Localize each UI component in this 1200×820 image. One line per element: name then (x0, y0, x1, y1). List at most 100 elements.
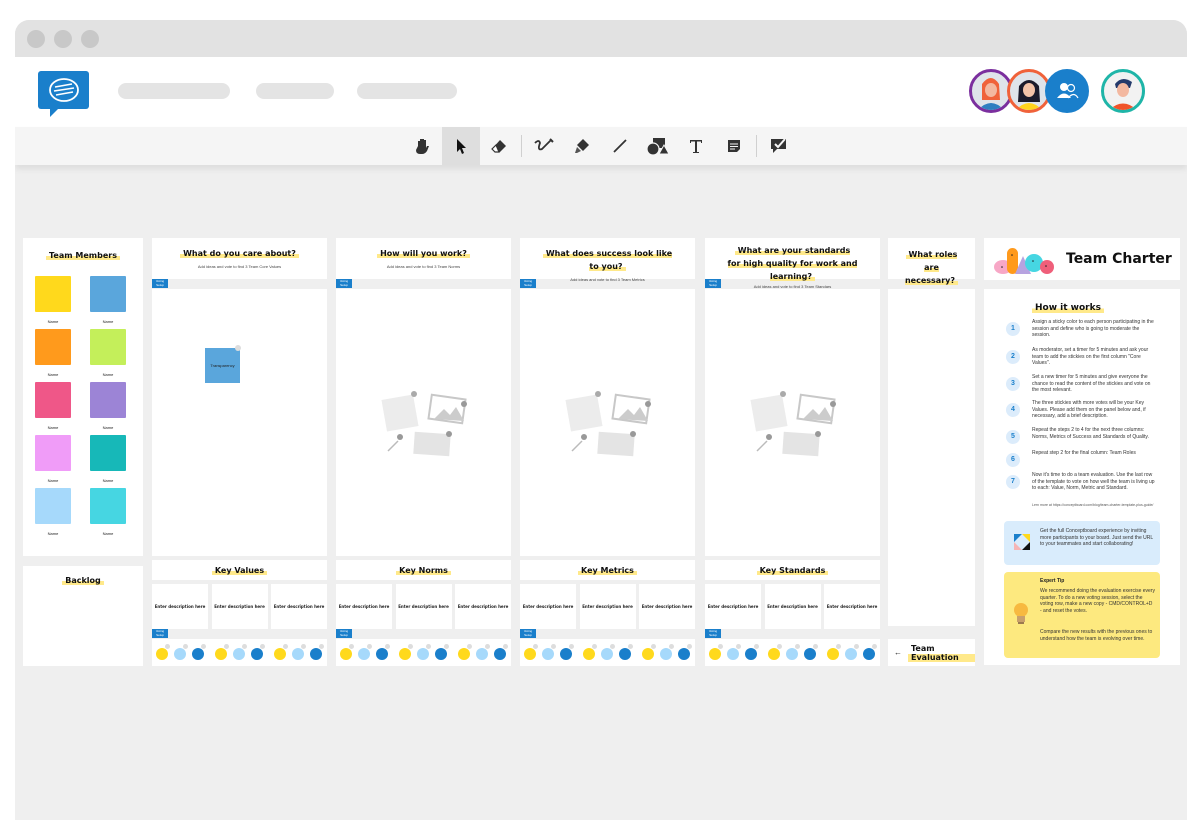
description-field[interactable]: Enter description here (520, 584, 576, 629)
happy-face-icon[interactable] (494, 648, 506, 660)
neutral-smile-icon[interactable] (476, 648, 488, 660)
description-field[interactable]: Enter description here (705, 584, 761, 629)
neutral-smile-icon[interactable] (417, 648, 429, 660)
ideas-drop-area[interactable] (520, 289, 695, 556)
sad-face-icon[interactable] (827, 648, 839, 660)
expert-tip-title: Expert Tip (1040, 578, 1065, 584)
sad-face-icon[interactable] (399, 648, 411, 660)
avatar-current-user[interactable] (1101, 69, 1145, 113)
description-field[interactable]: Enter description here (824, 584, 880, 629)
description-field[interactable]: Enter description here (211, 584, 268, 629)
voting-setup-tag[interactable]: Voting Setup (336, 279, 352, 288)
ideas-drop-area[interactable] (705, 289, 880, 556)
whiteboard-canvas[interactable]: Team Members Name Name Name Name Name Name Nam… (15, 165, 1187, 820)
sad-face-icon[interactable] (340, 648, 352, 660)
user-group-button[interactable] (1045, 69, 1089, 113)
team-member-sticky[interactable] (90, 488, 126, 524)
voting-setup-tag[interactable]: Voting Setup (705, 279, 721, 288)
description-field[interactable]: Enter description here (152, 584, 208, 629)
neutral-smile-icon[interactable] (786, 648, 798, 660)
description-field[interactable]: Enter description here (336, 584, 392, 629)
voting-setup-tag[interactable]: Voting Setup (520, 279, 536, 288)
neutral-smile-icon[interactable] (292, 648, 304, 660)
neutral-smile-icon[interactable] (660, 648, 672, 660)
happy-face-icon[interactable] (251, 648, 263, 660)
neutral-smile-icon[interactable] (727, 648, 739, 660)
conceptboard-logo[interactable] (38, 71, 89, 117)
cursor-icon (457, 139, 466, 154)
sad-face-icon[interactable] (458, 648, 470, 660)
neutral-smile-icon[interactable] (174, 648, 186, 660)
nav-placeholder-3[interactable] (357, 83, 457, 99)
close-window-button[interactable] (27, 29, 45, 48)
sad-face-icon[interactable] (583, 648, 595, 660)
voting-setup-tag[interactable]: Voting Setup (152, 279, 168, 288)
description-field[interactable]: Enter description here (579, 584, 636, 629)
neutral-smile-icon[interactable] (542, 648, 554, 660)
description-field[interactable]: Enter description here (455, 584, 511, 629)
shapes-tool-button[interactable] (639, 127, 677, 165)
step-number: 7 (1006, 475, 1020, 489)
vote-dot-icon[interactable] (235, 345, 241, 351)
voting-setup-tag[interactable]: Voting Setup (152, 629, 168, 638)
sticky-note-tool-button[interactable] (715, 127, 753, 165)
happy-face-icon[interactable] (804, 648, 816, 660)
sad-face-icon[interactable] (642, 648, 654, 660)
neutral-smile-icon[interactable] (358, 648, 370, 660)
eraser-tool-button[interactable] (480, 127, 518, 165)
voting-setup-tag[interactable]: Voting Setup (336, 629, 352, 638)
sad-face-icon[interactable] (215, 648, 227, 660)
hand-tool-button[interactable] (404, 127, 442, 165)
neutral-smile-icon[interactable] (601, 648, 613, 660)
sad-face-icon[interactable] (768, 648, 780, 660)
review-tool-button[interactable] (760, 127, 798, 165)
happy-face-icon[interactable] (745, 648, 757, 660)
happy-face-icon[interactable] (376, 648, 388, 660)
nav-placeholder-2[interactable] (256, 83, 334, 99)
select-tool-button[interactable] (442, 127, 480, 165)
happy-face-icon[interactable] (619, 648, 631, 660)
learn-more-link[interactable]: Lern more at https://conceptboard.com/bl… (1032, 503, 1157, 508)
happy-face-icon[interactable] (863, 648, 875, 660)
voting-setup-tag[interactable]: Voting Setup (520, 629, 536, 638)
team-member-sticky[interactable] (35, 382, 71, 418)
description-field[interactable]: Enter description here (271, 584, 327, 629)
team-member-sticky[interactable] (90, 382, 126, 418)
happy-face-icon[interactable] (560, 648, 572, 660)
neutral-smile-icon[interactable] (233, 648, 245, 660)
team-member-sticky[interactable] (90, 329, 126, 365)
maximize-window-button[interactable] (81, 29, 99, 48)
team-member-sticky[interactable] (35, 435, 71, 471)
happy-face-icon[interactable] (435, 648, 447, 660)
ideas-drop-area[interactable] (336, 289, 511, 556)
text-tool-button[interactable] (677, 127, 715, 165)
sad-face-icon[interactable] (274, 648, 286, 660)
sad-face-icon[interactable] (524, 648, 536, 660)
team-member-sticky[interactable] (35, 276, 71, 312)
vote-counter-icon (165, 644, 170, 649)
description-field[interactable]: Enter description here (639, 584, 695, 629)
pen-tool-button[interactable] (525, 127, 563, 165)
backlog-panel: Backlog (23, 566, 143, 666)
minimize-window-button[interactable] (54, 29, 72, 48)
ideas-drop-area[interactable]: Transparency (152, 289, 327, 556)
line-tool-button[interactable] (601, 127, 639, 165)
roles-drop-area[interactable] (888, 289, 975, 626)
happy-face-icon[interactable] (192, 648, 204, 660)
empty-placeholder-illustration-icon (381, 391, 467, 457)
highlighter-tool-button[interactable] (563, 127, 601, 165)
happy-face-icon[interactable] (678, 648, 690, 660)
team-member-sticky[interactable] (35, 329, 71, 365)
description-field[interactable]: Enter description here (395, 584, 452, 629)
idea-sticky[interactable]: Transparency (205, 348, 240, 383)
sad-face-icon[interactable] (709, 648, 721, 660)
nav-placeholder-1[interactable] (118, 83, 230, 99)
team-member-sticky[interactable] (35, 488, 71, 524)
team-member-sticky[interactable] (90, 276, 126, 312)
description-field[interactable]: Enter description here (764, 584, 821, 629)
happy-face-icon[interactable] (310, 648, 322, 660)
neutral-smile-icon[interactable] (845, 648, 857, 660)
team-member-sticky[interactable] (90, 435, 126, 471)
sad-face-icon[interactable] (156, 648, 168, 660)
voting-setup-tag[interactable]: Voting Setup (705, 629, 721, 638)
